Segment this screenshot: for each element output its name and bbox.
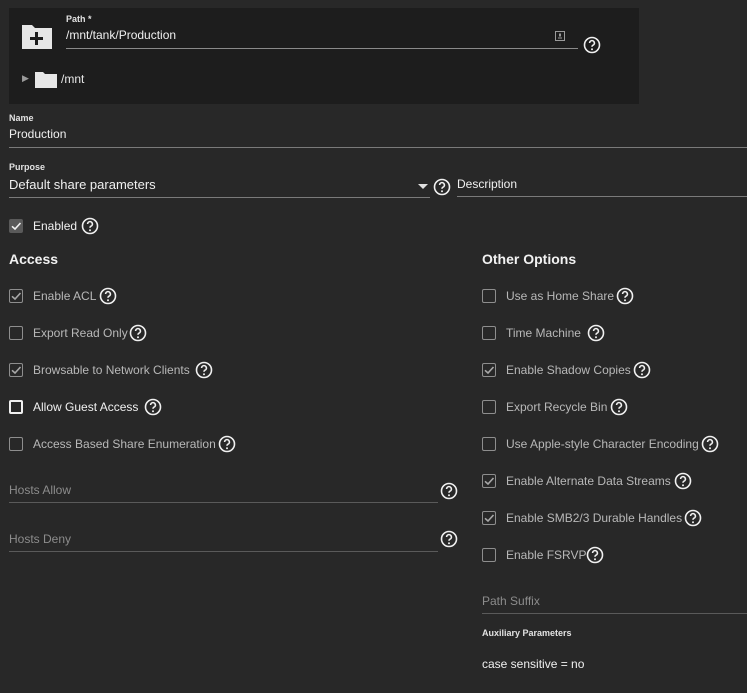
enabled-checkbox[interactable]	[9, 219, 23, 233]
export-read-only-label: Export Read Only	[33, 326, 128, 340]
shadow-copies-label: Enable Shadow Copies	[506, 363, 631, 377]
hosts-deny-underline	[9, 551, 438, 552]
hosts-allow-underline	[9, 502, 438, 503]
path-label: Path *	[66, 14, 92, 24]
help-icon[interactable]	[144, 398, 162, 416]
description-underline	[457, 196, 747, 197]
hosts-deny-input[interactable]: Hosts Deny	[9, 532, 71, 546]
hosts-allow-input[interactable]: Hosts Allow	[9, 483, 71, 497]
name-underline	[9, 147, 747, 148]
aux-params-label: Auxiliary Parameters	[482, 628, 572, 638]
add-folder-icon[interactable]	[21, 22, 53, 50]
help-icon[interactable]	[674, 472, 692, 490]
abse-checkbox[interactable]	[9, 437, 23, 451]
abse-label: Access Based Share Enumeration	[33, 437, 216, 451]
path-input[interactable]: /mnt/tank/Production	[66, 28, 176, 42]
folder-upload-icon[interactable]	[554, 29, 566, 41]
recycle-bin-checkbox[interactable]	[482, 400, 496, 414]
purpose-underline	[9, 197, 430, 198]
alt-data-streams-checkbox[interactable]	[482, 474, 496, 488]
path-suffix-input[interactable]: Path Suffix	[482, 594, 540, 608]
apple-encoding-checkbox[interactable]	[482, 437, 496, 451]
durable-handles-label: Enable SMB2/3 Durable Handles	[506, 511, 683, 525]
help-icon[interactable]	[610, 398, 628, 416]
home-share-checkbox[interactable]	[482, 289, 496, 303]
enabled-label: Enabled	[33, 219, 78, 233]
tree-node-mnt[interactable]: /mnt	[61, 72, 84, 86]
fsrvp-label: Enable FSRVP	[506, 548, 587, 562]
purpose-label: Purpose	[9, 162, 46, 172]
path-suffix-underline	[482, 613, 747, 614]
browsable-checkbox[interactable]	[9, 363, 23, 377]
chevron-down-icon[interactable]	[418, 184, 428, 189]
name-input[interactable]: Production	[9, 127, 66, 141]
help-icon[interactable]	[81, 217, 99, 235]
help-icon[interactable]	[633, 361, 651, 379]
expand-arrow-icon[interactable]: ▶	[22, 73, 29, 84]
durable-handles-checkbox[interactable]	[482, 511, 496, 525]
help-icon[interactable]	[583, 36, 601, 54]
enable-acl-checkbox[interactable]	[9, 289, 23, 303]
help-icon[interactable]	[587, 324, 605, 342]
enable-acl-label: Enable ACL	[33, 289, 97, 303]
help-icon[interactable]	[616, 287, 634, 305]
shadow-copies-checkbox[interactable]	[482, 363, 496, 377]
other-options-section-title: Other Options	[482, 251, 577, 267]
help-icon[interactable]	[195, 361, 213, 379]
help-icon[interactable]	[586, 546, 604, 564]
help-icon[interactable]	[440, 482, 458, 500]
help-icon[interactable]	[701, 435, 719, 453]
allow-guest-access-label: Allow Guest Access	[33, 400, 139, 414]
time-machine-label: Time Machine	[506, 326, 581, 340]
time-machine-checkbox[interactable]	[482, 326, 496, 340]
name-label: Name	[9, 113, 34, 123]
path-explorer: Path * /mnt/tank/Production ▶ /mnt	[9, 8, 639, 104]
alt-data-streams-label: Enable Alternate Data Streams	[506, 474, 671, 488]
aux-params-textarea[interactable]: case sensitive = no	[482, 657, 584, 671]
help-icon[interactable]	[129, 324, 147, 342]
allow-guest-access-checkbox[interactable]	[9, 400, 23, 414]
folder-icon	[35, 71, 57, 88]
purpose-select[interactable]: Default share parameters	[9, 177, 156, 192]
help-icon[interactable]	[440, 530, 458, 548]
help-icon[interactable]	[99, 287, 117, 305]
help-icon[interactable]	[684, 509, 702, 527]
apple-encoding-label: Use Apple-style Character Encoding	[506, 437, 699, 451]
path-underline	[66, 48, 578, 49]
browsable-label: Browsable to Network Clients	[33, 363, 190, 377]
help-icon[interactable]	[218, 435, 236, 453]
description-input[interactable]: Description	[457, 177, 517, 191]
home-share-label: Use as Home Share	[506, 289, 615, 303]
help-icon[interactable]	[433, 178, 451, 196]
recycle-bin-label: Export Recycle Bin	[506, 400, 608, 414]
fsrvp-checkbox[interactable]	[482, 548, 496, 562]
export-read-only-checkbox[interactable]	[9, 326, 23, 340]
access-section-title: Access	[9, 251, 59, 267]
